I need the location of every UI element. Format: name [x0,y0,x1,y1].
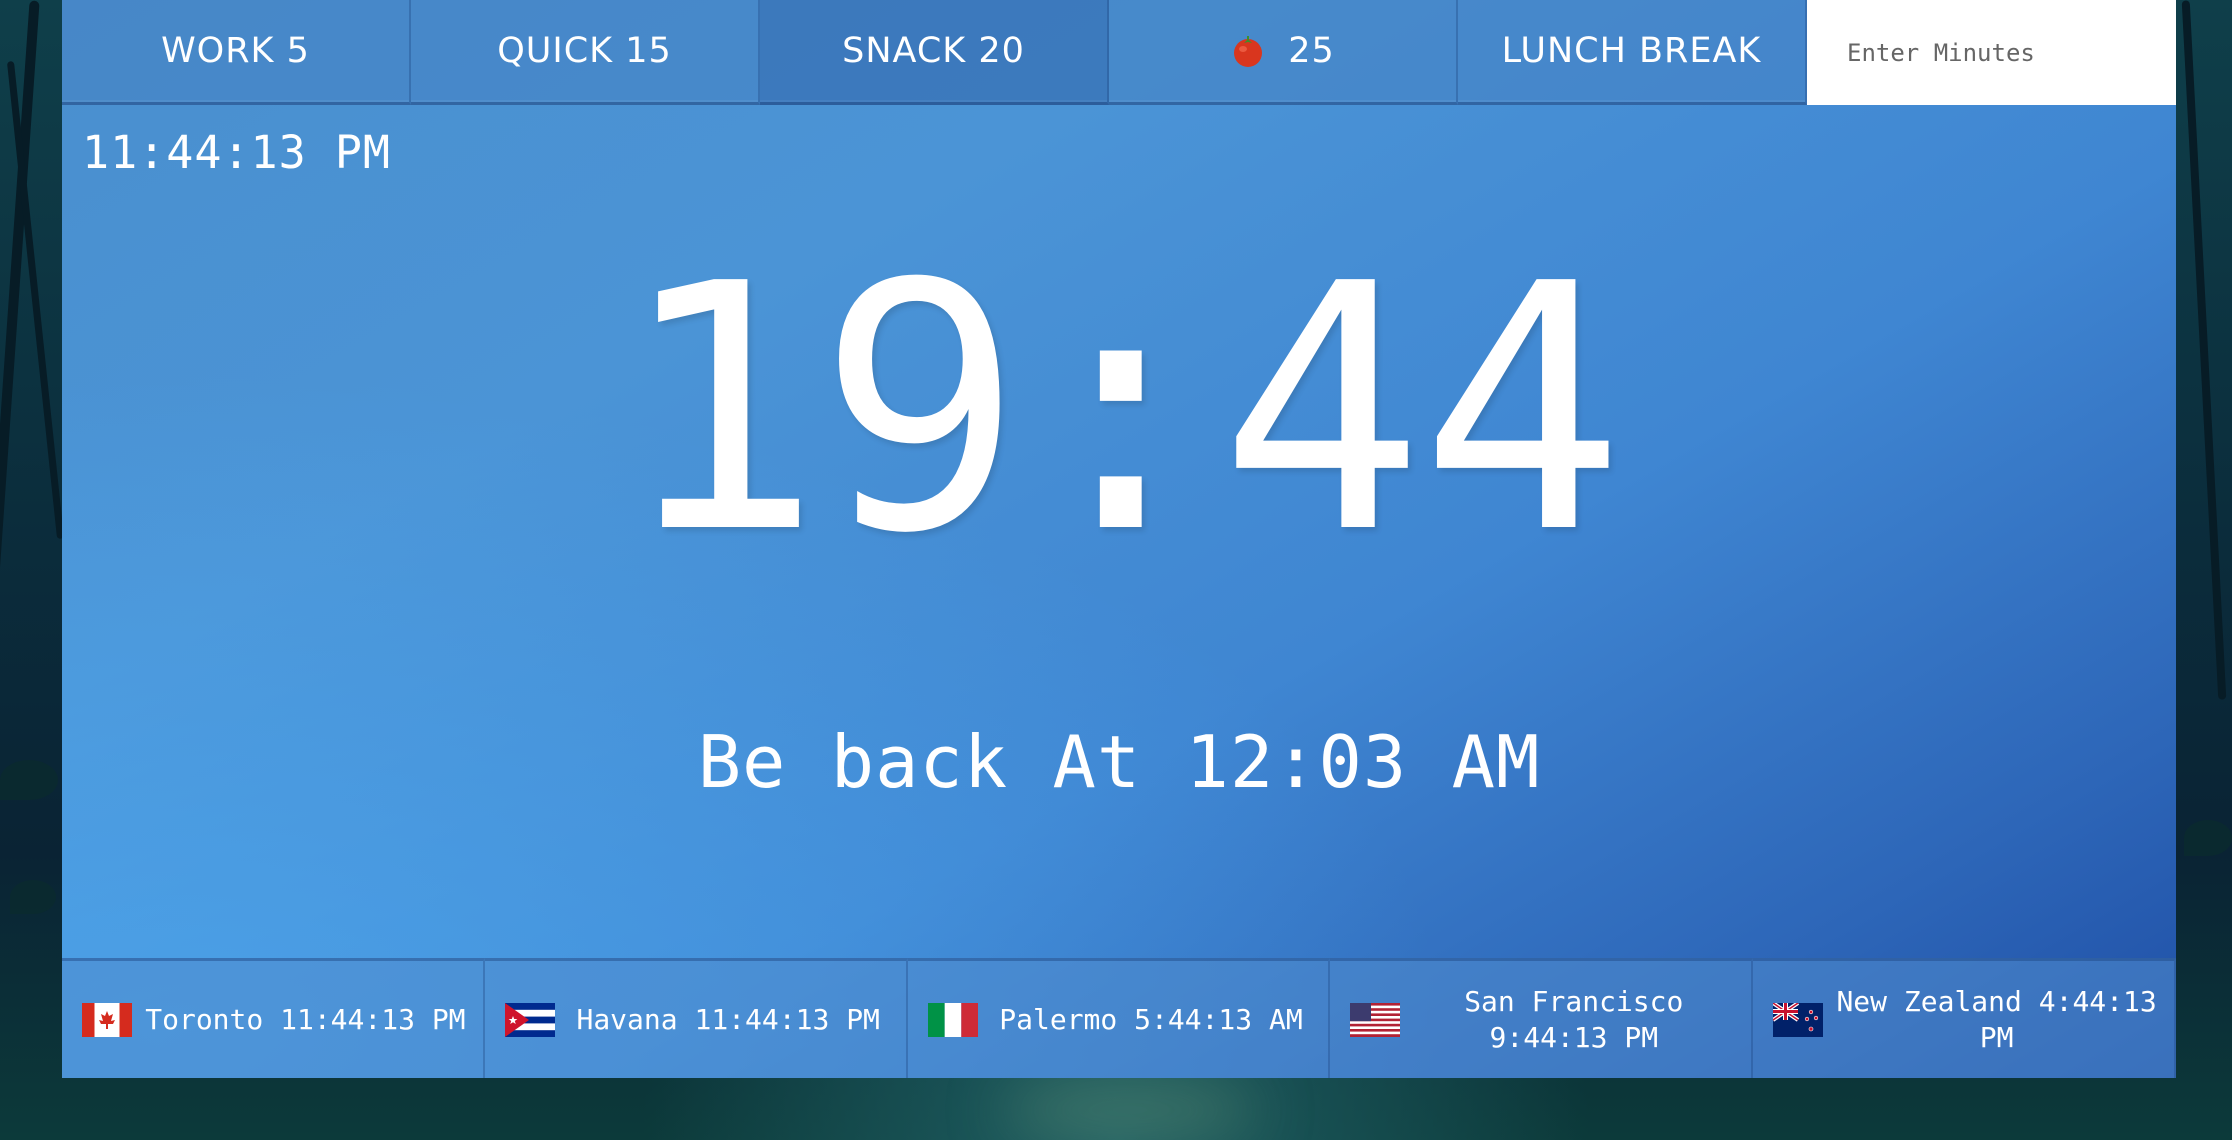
local-clock: 11:44:13 PM [82,126,392,179]
lunch-break-label: LUNCH BREAK [1501,31,1762,71]
usa-flag-icon [1350,1002,1401,1037]
italy-flag-icon [927,1002,978,1037]
timer-panel: WORK 5 QUICK 15 SNACK 20 25 LUNCH BREAK … [62,0,2176,1078]
canada-flag-icon [82,1002,132,1037]
work-5-button[interactable]: WORK 5 [62,0,411,105]
world-clock-label: Toronto 11:44:13 PM [145,1002,466,1036]
world-clock-new-zealand: New Zealand 4:44:13 PM [1753,958,2176,1078]
quick-15-button[interactable]: QUICK 15 [411,0,760,105]
world-clock-palermo: Palermo 5:44:13 AM [907,958,1331,1078]
lunch-break-button[interactable]: LUNCH BREAK [1458,0,1807,105]
world-clock-label: New Zealand 4:44:13 PM [1836,984,2157,1054]
minutes-input[interactable] [1807,0,2176,105]
preset-toolbar: WORK 5 QUICK 15 SNACK 20 25 LUNCH BREAK [62,0,2176,105]
return-time-message: Be back At 12:03 AM [697,720,1541,804]
snack-20-button[interactable]: SNACK 20 [760,0,1109,105]
work-5-label: WORK 5 [161,31,310,71]
world-clock-label: Havana 11:44:13 PM [576,1002,880,1036]
pomodoro-25-button[interactable]: 25 [1109,0,1458,105]
quick-15-label: QUICK 15 [497,31,672,71]
tomato-icon [1234,36,1263,67]
world-clock-label: Palermo 5:44:13 AM [999,1002,1303,1036]
cuba-flag-icon [504,1002,555,1037]
world-clock-label: San Francisco 9:44:13 PM [1464,984,1684,1054]
pomodoro-25-label: 25 [1288,31,1335,71]
world-clock-toronto: Toronto 11:44:13 PM [62,958,485,1078]
world-clock-havana: Havana 11:44:13 PM [484,958,908,1078]
world-clocks: Toronto 11:44:13 PM Havana 11:44:13 PM P… [62,958,2176,1078]
world-clock-san-francisco: San Francisco 9:44:13 PM [1330,958,1754,1078]
countdown-timer: 19:44 [617,212,1625,608]
snack-20-label: SNACK 20 [842,31,1025,71]
new-zealand-flag-icon [1773,1002,1824,1037]
